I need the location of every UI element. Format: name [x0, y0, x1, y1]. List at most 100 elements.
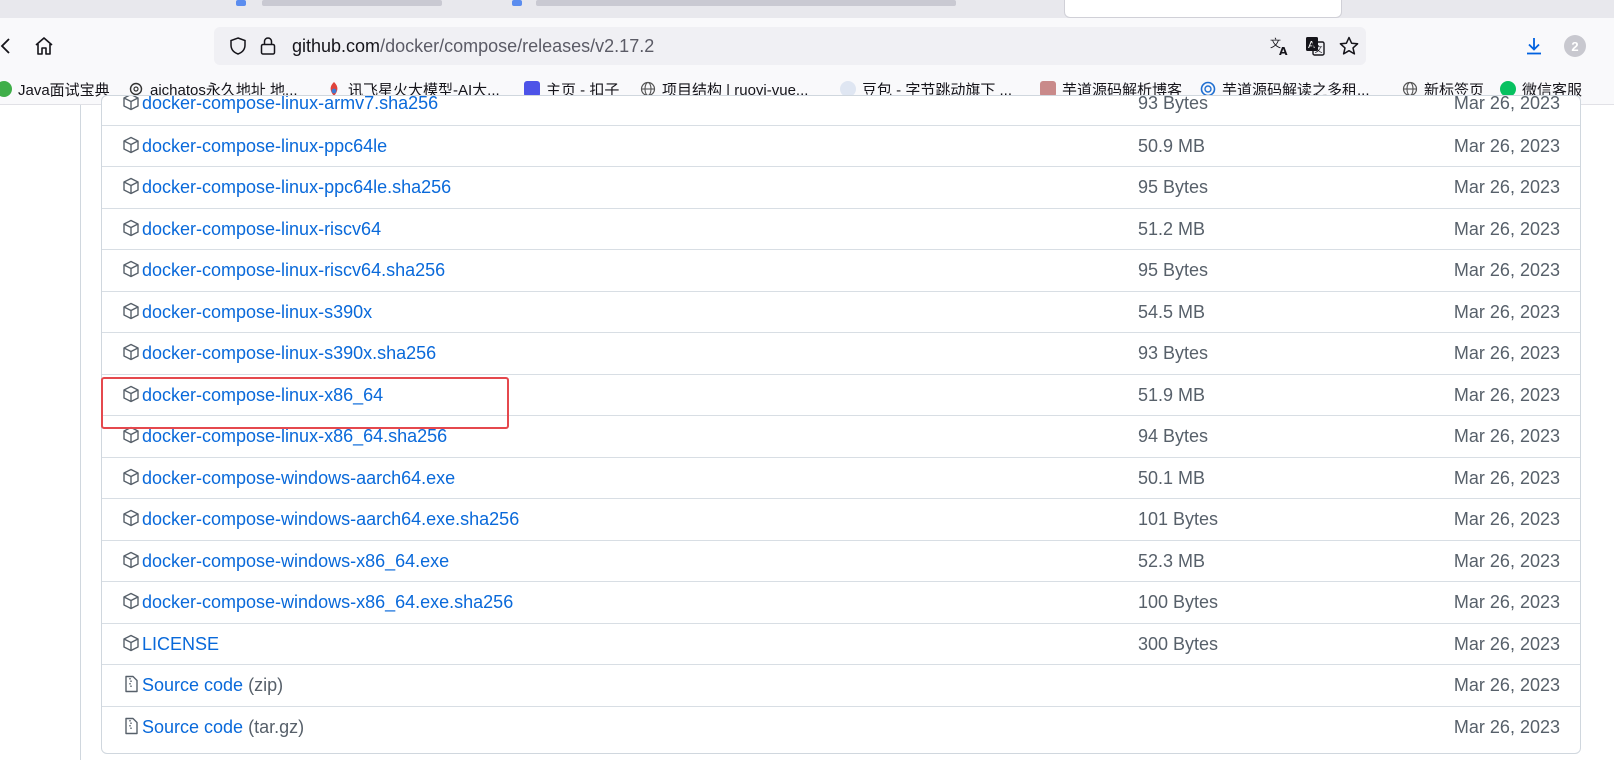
- package-icon: [122, 592, 140, 610]
- asset-size: 54.5 MB: [1138, 301, 1206, 322]
- package-icon: [122, 551, 140, 569]
- asset-size: 300 Bytes: [1138, 633, 1219, 654]
- asset-date: Mar 26, 2023: [1453, 384, 1560, 405]
- package-icon: [122, 96, 140, 111]
- asset-size: 101 Bytes: [1138, 509, 1219, 529]
- asset-name-text: docker-compose-linux-x86_64.sha256: [142, 426, 448, 446]
- asset-name-suffix: (zip): [248, 675, 284, 695]
- page-translate-icon[interactable]: A文: [1301, 32, 1329, 60]
- asset-row: Source code (zip) Mar 26, 2023: [102, 664, 1580, 706]
- asset-row: LICENSE 300 Bytes Mar 26, 2023: [102, 622, 1580, 665]
- url-path: /docker/compose/releases/v2.17.2: [380, 36, 655, 56]
- tab-title-fragment: [262, 0, 442, 6]
- asset-download-link[interactable]: docker-compose-windows-aarch64.exe.sha25…: [142, 509, 519, 530]
- extension-count-badge[interactable]: 2: [1564, 35, 1586, 57]
- download-icon[interactable]: [1516, 28, 1552, 64]
- tab-favicon: [236, 0, 246, 6]
- asset-row: docker-compose-linux-s390x 54.5 MB Mar 26,…: [102, 290, 1580, 333]
- asset-name-text: docker-compose-linux-riscv64.sha256: [142, 260, 446, 280]
- package-icon: [122, 385, 140, 403]
- asset-date: Mar 26, 2023: [1453, 592, 1560, 612]
- asset-row: docker-compose-linux-s390x.sha256 93 Byte…: [102, 332, 1580, 374]
- asset-download-link[interactable]: docker-compose-windows-aarch64.exe: [142, 468, 455, 489]
- asset-date: Mar 26, 2023: [1453, 301, 1560, 322]
- asset-name-text: docker-compose-linux-s390x: [142, 301, 373, 322]
- tab-favicon: [512, 0, 522, 6]
- asset-download-link[interactable]: docker-compose-linux-ppc64le: [142, 136, 387, 157]
- navigation-toolbar: github.com/docker/compose/releases/v2.17…: [0, 18, 1614, 74]
- star-icon[interactable]: [1335, 32, 1363, 60]
- asset-row: docker-compose-linux-riscv64 51.2 MB Mar 2…: [102, 207, 1580, 250]
- asset-download-link[interactable]: Source code (zip): [142, 675, 283, 696]
- asset-date: Mar 26, 2023: [1453, 509, 1560, 529]
- asset-download-link[interactable]: docker-compose-linux-riscv64: [142, 219, 381, 240]
- bookmark-label: Java面试宝典: [18, 81, 110, 99]
- asset-date: Mar 26, 2023: [1453, 343, 1560, 363]
- translate-icon[interactable]: 文A: [1266, 32, 1294, 60]
- url-host: github.com: [292, 36, 381, 56]
- asset-row: docker-compose-linux-x86_64.sha256 94 Byt…: [102, 415, 1580, 457]
- asset-download-link[interactable]: Source code (tar.gz): [142, 717, 304, 738]
- asset-size: 94 Bytes: [1138, 426, 1209, 446]
- back-arrow-icon[interactable]: [0, 28, 24, 64]
- asset-download-link[interactable]: LICENSE: [142, 634, 219, 655]
- asset-download-link[interactable]: docker-compose-linux-riscv64.sha256: [142, 260, 445, 281]
- asset-download-link[interactable]: docker-compose-linux-s390x: [142, 302, 372, 323]
- asset-name-text: docker-compose-linux-s390x.sha256: [142, 343, 437, 363]
- asset-name-text: docker-compose-linux-ppc64le.sha256: [142, 177, 452, 197]
- asset-size: 93 Bytes: [1138, 95, 1209, 113]
- package-icon: [122, 509, 140, 527]
- home-icon[interactable]: [26, 28, 62, 64]
- package-icon: [122, 634, 140, 652]
- lock-icon[interactable]: [254, 32, 282, 60]
- tracking-shield-icon[interactable]: [224, 32, 252, 60]
- asset-date: Mar 26, 2023: [1453, 426, 1560, 446]
- url-text[interactable]: github.com/docker/compose/releases/v2.17…: [292, 36, 654, 57]
- asset-date: Mar 26, 2023: [1453, 467, 1560, 488]
- asset-row: docker-compose-linux-x86_64 51.9 MB Mar 26…: [102, 373, 1580, 416]
- asset-row: docker-compose-linux-armv7.sha256 93 Byte…: [102, 95, 1580, 124]
- asset-row: docker-compose-linux-ppc64le.sha256 95 By…: [102, 166, 1580, 208]
- svg-text:A: A: [1279, 45, 1288, 57]
- asset-name-text: LICENSE: [142, 633, 220, 654]
- tab-strip: [0, 0, 1614, 18]
- asset-row: docker-compose-windows-x86_64.exe 52.3 MB…: [102, 539, 1580, 582]
- tab-title-fragment: [536, 0, 956, 6]
- asset-name-text: docker-compose-windows-x86_64.exe: [142, 550, 450, 571]
- asset-row: Source code (tar.gz) Mar 26, 2023: [102, 705, 1580, 748]
- asset-download-link[interactable]: docker-compose-windows-x86_64.exe.sha256: [142, 592, 513, 613]
- package-icon: [122, 177, 140, 195]
- asset-download-link[interactable]: docker-compose-linux-armv7.sha256: [142, 95, 439, 114]
- asset-name-suffix: (tar.gz): [248, 716, 305, 737]
- asset-download-link[interactable]: docker-compose-linux-ppc64le.sha256: [142, 177, 451, 198]
- asset-date: Mar 26, 2023: [1453, 260, 1560, 280]
- asset-date: Mar 26, 2023: [1453, 675, 1560, 695]
- asset-date: Mar 26, 2023: [1453, 218, 1560, 239]
- address-bar[interactable]: github.com/docker/compose/releases/v2.17…: [214, 27, 1366, 65]
- asset-name-text: docker-compose-windows-x86_64.exe.sha256: [142, 592, 514, 612]
- asset-row: docker-compose-linux-ppc64le 50.9 MB Mar 2…: [102, 124, 1580, 167]
- bookmark-item[interactable]: Java面试宝典: [0, 78, 110, 100]
- asset-download-link[interactable]: docker-compose-windows-x86_64.exe: [142, 551, 449, 572]
- asset-download-link[interactable]: docker-compose-linux-s390x.sha256: [142, 343, 436, 364]
- asset-size: 52.3 MB: [1138, 550, 1206, 571]
- asset-date: Mar 26, 2023: [1453, 135, 1560, 156]
- asset-date: Mar 26, 2023: [1453, 716, 1560, 737]
- asset-name-text: Source code: [142, 716, 244, 737]
- asset-name-text: docker-compose-linux-ppc64le: [142, 135, 388, 156]
- release-assets-list: docker-compose-linux-armv7.sha256 93 Byte…: [101, 95, 1581, 754]
- asset-download-link[interactable]: docker-compose-linux-x86_64.sha256: [142, 426, 447, 447]
- svg-text:文: 文: [1315, 44, 1323, 54]
- active-tab[interactable]: [1064, 0, 1342, 18]
- package-icon: [122, 343, 140, 361]
- file-zip-icon: [122, 675, 140, 693]
- asset-row: docker-compose-linux-riscv64.sha256 95 By…: [102, 249, 1580, 291]
- asset-row: docker-compose-windows-aarch64.exe.sha25…: [102, 498, 1580, 540]
- asset-date: Mar 26, 2023: [1453, 95, 1560, 113]
- asset-download-link[interactable]: docker-compose-linux-x86_64: [142, 385, 383, 406]
- asset-name-text: docker-compose-windows-aarch64.exe.sha25…: [142, 509, 520, 529]
- package-icon: [122, 260, 140, 278]
- frog-icon: [0, 81, 12, 97]
- asset-name-text: docker-compose-linux-armv7.sha256: [142, 95, 439, 113]
- asset-name-text: docker-compose-linux-x86_64: [142, 384, 384, 405]
